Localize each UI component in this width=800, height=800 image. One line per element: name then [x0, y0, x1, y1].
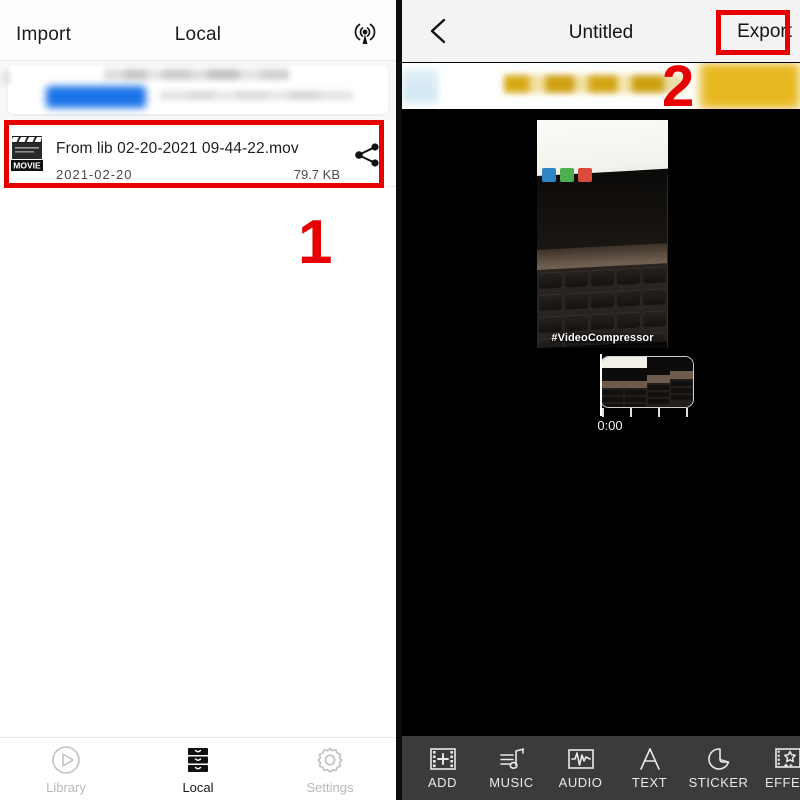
toolbar-item-text[interactable]: TEXT — [615, 746, 684, 790]
toolbar-item-sticker[interactable]: STICKER — [684, 746, 753, 790]
desktop-icon-1 — [542, 168, 556, 182]
editor-toolbar: ADD MUSIC AUDIO TEXT STICKER EFFE — [402, 736, 800, 800]
share-icon[interactable] — [352, 142, 382, 168]
timeline-filmstrip[interactable] — [600, 356, 694, 408]
toolbar-label-music: MUSIC — [489, 775, 534, 790]
drawers-icon — [182, 744, 214, 776]
video-preview-area[interactable]: #VideoCompressor 0:00 — [402, 110, 800, 735]
sidebar-item-library[interactable]: Library — [0, 738, 132, 800]
file-size: 79.7 KB — [293, 167, 340, 182]
toolbar-item-add[interactable]: ADD — [408, 746, 477, 790]
promo-blurred-title — [104, 69, 289, 80]
toolbar-item-music[interactable]: MUSIC — [477, 746, 546, 790]
left-header: Import Local — [0, 0, 396, 61]
promo-blurred-button[interactable] — [46, 86, 146, 108]
toolbar-label-sticker: STICKER — [688, 775, 749, 790]
export-button[interactable]: Export — [737, 21, 792, 43]
file-list-item[interactable]: MOVIE From lib 02-20-2021 09-44-22.mov 2… — [0, 121, 396, 187]
file-date: 2021-02-20 — [56, 167, 133, 182]
video-green-edge — [667, 175, 668, 348]
promo-banner[interactable] — [0, 61, 396, 120]
toolbar-label-add: ADD — [428, 775, 457, 790]
waveform-icon — [566, 746, 596, 772]
page-title: Local — [174, 24, 222, 45]
annotation-step-1: 1 — [298, 208, 333, 277]
bottom-tabbar: Library Local Settings — [0, 737, 396, 800]
film-plus-icon — [428, 746, 458, 772]
letter-a-icon — [635, 746, 665, 772]
list-divider — [0, 186, 396, 187]
toolbar-label-audio: AUDIO — [558, 775, 603, 790]
screenshot-root: Import Local MOVIE From lib 02-20-2021 0… — [0, 0, 800, 800]
play-circle-icon — [50, 744, 82, 776]
toolbar-label-effect: EFFEC — [764, 775, 800, 790]
promo-blurred-subtitle — [160, 91, 353, 100]
promo-left-mark — [2, 71, 11, 85]
broadcast-icon[interactable] — [348, 17, 382, 49]
tab-label-settings: Settings — [306, 779, 354, 795]
svg-text:MOVIE: MOVIE — [13, 161, 41, 171]
editor-header: Untitled Export — [402, 0, 800, 62]
timecode-label: 0:00 — [597, 418, 623, 433]
tab-label-local: Local — [182, 779, 214, 795]
file-name: From lib 02-20-2021 09-44-22.mov — [56, 140, 299, 157]
gear-icon — [314, 744, 346, 776]
sidebar-item-settings[interactable]: Settings — [264, 738, 396, 800]
ad-blurred-button — [700, 63, 800, 109]
video-frame — [537, 120, 668, 348]
ad-blurred-icon — [402, 69, 438, 103]
sidebar-item-local[interactable]: Local — [132, 738, 264, 800]
desktop-icon-3 — [578, 168, 592, 182]
ad-blurred-text — [504, 75, 684, 93]
annotation-step-2: 2 — [662, 54, 695, 119]
tab-label-library: Library — [46, 779, 86, 795]
timeline-playhead[interactable] — [600, 354, 602, 416]
ad-banner[interactable] — [402, 63, 800, 109]
right-phone-panel: Untitled Export #VideoCompressor 0:00 AD… — [402, 0, 800, 800]
movie-clapperboard-icon: MOVIE — [10, 133, 44, 173]
music-note-icon — [497, 746, 527, 772]
video-desktop-icons — [542, 168, 592, 182]
toolbar-item-audio[interactable]: AUDIO — [546, 746, 615, 790]
desktop-icon-2 — [560, 168, 574, 182]
watermark-text: #VideoCompressor — [551, 332, 654, 344]
effects-icon — [773, 746, 800, 772]
toolbar-item-effect[interactable]: EFFEC — [753, 746, 800, 790]
left-phone-panel: Import Local MOVIE From lib 02-20-2021 0… — [0, 0, 396, 800]
timeline-ticks — [602, 408, 696, 417]
toolbar-label-text: TEXT — [631, 775, 668, 790]
sticker-icon — [704, 746, 734, 772]
